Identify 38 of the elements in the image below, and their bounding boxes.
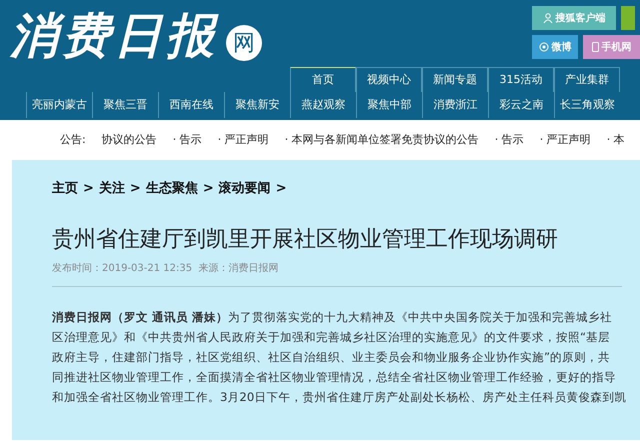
nav-link[interactable]: 长三角观察: [554, 92, 620, 118]
breadcrumb-separator: >: [130, 180, 141, 198]
site-logo[interactable]: 消费日报: [10, 2, 218, 70]
breadcrumb-link[interactable]: 滚动要闻: [218, 179, 271, 199]
publish-info: 发布时间：2019-03-21 12:35 来源：消费日报网: [52, 262, 280, 276]
nav-tab[interactable]: 新闻专题: [422, 67, 488, 92]
notice-link[interactable]: · 本网与各新闻单位签署免责协议的公告: [284, 132, 479, 148]
nav-link[interactable]: 聚焦中部: [356, 92, 422, 118]
breadcrumb-link[interactable]: 主页: [52, 179, 78, 199]
breadcrumb-link[interactable]: 生态聚焦: [146, 179, 198, 199]
phone-icon: [592, 42, 598, 52]
nav-link[interactable]: 彩云之南: [488, 92, 554, 118]
weibo-icon: [538, 42, 548, 52]
article-title: 贵州省住建厅到凯里开展社区物业管理工作现场调研: [52, 226, 559, 254]
nav-link[interactable]: 消费浙江: [422, 92, 488, 118]
nav-link[interactable]: 亮丽内蒙古: [26, 92, 92, 118]
notice-link[interactable]: 协议的公告: [102, 132, 157, 148]
user-icon: [542, 13, 552, 23]
nav-link[interactable]: 聚焦新安: [224, 92, 290, 118]
logo-badge: 网: [226, 25, 262, 61]
header-link-button[interactable]: [621, 6, 635, 30]
notice-link[interactable]: · 严正声明: [540, 132, 591, 148]
notice-link[interactable]: · 严正声明: [218, 132, 269, 148]
nav-link[interactable]: 燕赵观察: [290, 92, 356, 118]
nav-tab[interactable]: 首页: [290, 67, 356, 92]
breadcrumb-separator: >: [83, 180, 94, 198]
breadcrumb-separator: >: [276, 180, 287, 198]
breadcrumb-separator: >: [202, 180, 214, 198]
breadcrumb-link[interactable]: 关注: [98, 179, 125, 199]
notice-link[interactable]: · 本: [606, 132, 625, 148]
nav-tab[interactable]: 315活动: [488, 67, 554, 92]
notice-link[interactable]: · 告示: [494, 132, 524, 148]
notice-link[interactable]: · 告示: [172, 132, 202, 148]
nav-link[interactable]: 西南在线: [158, 92, 224, 118]
nav-tab[interactable]: 产业集群: [554, 67, 620, 92]
notice-label: 公告:: [60, 132, 86, 148]
nav-link[interactable]: 聚焦三晋: [92, 92, 158, 118]
nav-tab[interactable]: 视频中心: [356, 67, 422, 92]
